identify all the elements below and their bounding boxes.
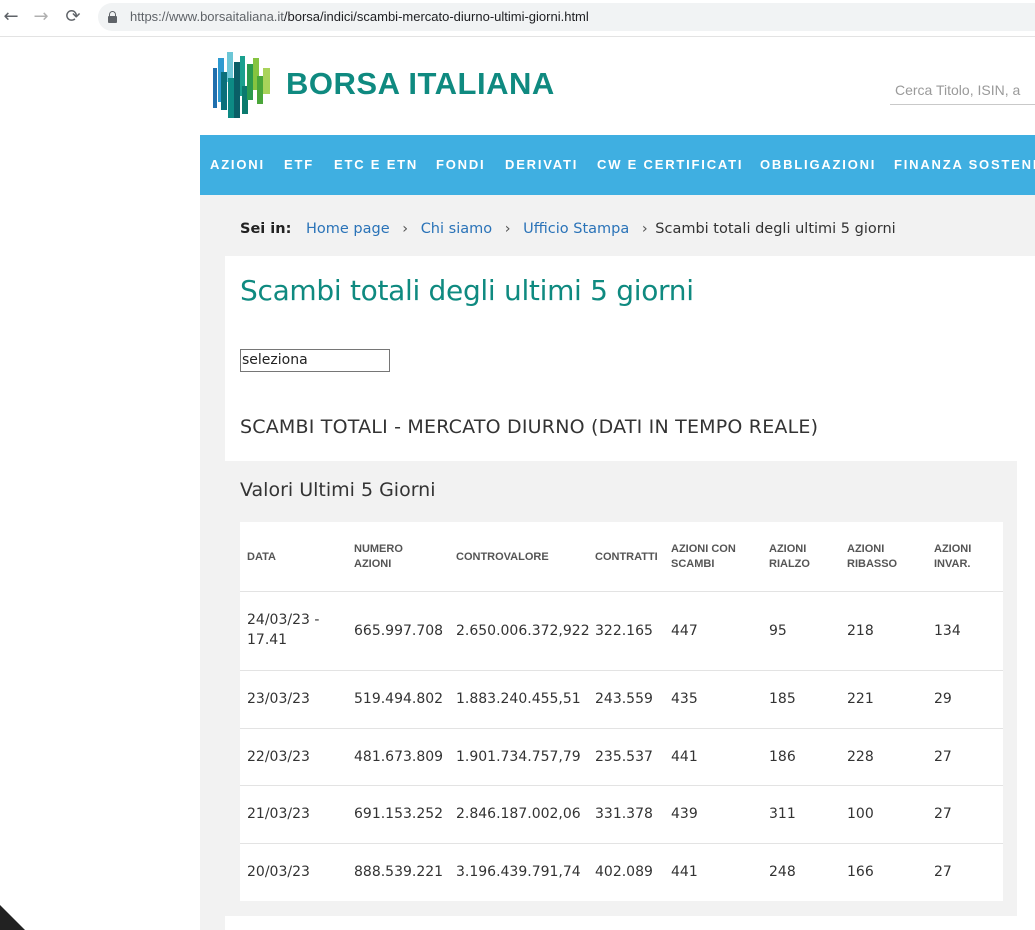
cell-azioni-rialzo: 185 <box>769 691 796 707</box>
lock-icon <box>108 11 117 23</box>
cell-azioni-rialzo: 95 <box>769 623 787 639</box>
breadcrumb-label: Sei in: <box>240 221 292 237</box>
column-header: AZIONI RIALZO <box>769 543 810 570</box>
cell-azioni-ribasso: 218 <box>847 623 874 639</box>
column-header: AZIONI RIBASSO <box>847 543 898 570</box>
card-heading: Valori Ultimi 5 Giorni <box>240 479 436 501</box>
breadcrumb: Sei in: Home page › Chi siamo › Ufficio … <box>240 221 896 237</box>
column-header: AZIONI INVAR. <box>934 543 972 570</box>
column-header: NUMERO AZIONI <box>354 543 403 570</box>
cell-contratti: 243.559 <box>595 691 653 707</box>
section-heading: SCAMBI TOTALI - MERCATO DIURNO (DATI IN … <box>240 416 819 438</box>
select-value: seleziona <box>242 352 308 368</box>
main-navigation: AZIONI ETF ETC E ETN FONDI DERIVATI CW E… <box>200 135 1035 195</box>
cell-data: 20/03/23 <box>247 864 310 880</box>
nav-item-etf[interactable]: ETF <box>284 157 314 172</box>
cell-azioni-con-scambi: 435 <box>671 691 698 707</box>
nav-item-azioni[interactable]: AZIONI <box>210 157 265 172</box>
column-header: CONTROVALORE <box>456 551 549 563</box>
column-header: AZIONI CON SCAMBI <box>671 543 736 570</box>
nav-item-etc-etn[interactable]: ETC E ETN <box>334 157 418 172</box>
cell-numero-azioni: 691.153.252 <box>354 806 444 822</box>
cell-data: 21/03/23 <box>247 806 310 822</box>
cell-numero-azioni: 519.494.802 <box>354 691 444 707</box>
cell-azioni-invar: 27 <box>934 806 952 822</box>
cell-controvalore: 1.883.240.455,51 <box>456 691 581 707</box>
breadcrumb-separator: › <box>641 221 648 237</box>
page-title: Scambi totali degli ultimi 5 giorni <box>240 274 694 307</box>
cell-azioni-ribasso: 100 <box>847 806 874 822</box>
cell-controvalore: 2.846.187.002,06 <box>456 806 581 822</box>
cell-data: 23/03/23 <box>247 691 310 707</box>
search-input[interactable]: Cerca Titolo, ISIN, a <box>890 78 1035 105</box>
data-table: DATA NUMERO AZIONI CONTROVALORE CONTRATT… <box>240 522 1003 901</box>
cell-contratti: 331.378 <box>595 806 653 822</box>
back-arrow-icon[interactable]: ← <box>0 6 22 28</box>
nav-item-fondi[interactable]: FONDI <box>436 157 485 172</box>
next-section-edge <box>225 916 1035 930</box>
cell-azioni-ribasso: 228 <box>847 749 874 765</box>
url-text: https://www.borsaitaliana.it/borsa/indic… <box>130 9 589 24</box>
corner-triangle-icon <box>0 905 25 930</box>
cell-contratti: 402.089 <box>595 864 653 880</box>
column-header: DATA <box>247 551 276 563</box>
breadcrumb-link-chi-siamo[interactable]: Chi siamo <box>421 221 492 237</box>
borsa-italiana-logo-icon[interactable] <box>213 50 271 120</box>
logo-wordmark[interactable]: BORSA ITALIANA <box>286 66 555 102</box>
column-header: CONTRATTI <box>595 551 658 563</box>
cell-numero-azioni: 665.997.708 <box>354 623 444 639</box>
browser-toolbar: ← → ⟳ https://www.borsaitaliana.it/borsa… <box>0 0 1035 37</box>
cell-numero-azioni: 481.673.809 <box>354 749 444 765</box>
cell-azioni-invar: 27 <box>934 864 952 880</box>
row-divider <box>240 728 1003 729</box>
breadcrumb-current: Scambi totali degli ultimi 5 giorni <box>655 221 896 237</box>
cell-azioni-con-scambi: 441 <box>671 749 698 765</box>
nav-item-finanza-sostenibile[interactable]: FINANZA SOSTENI <box>894 157 1035 172</box>
cell-controvalore: 1.901.734.757,79 <box>456 749 581 765</box>
cell-azioni-ribasso: 166 <box>847 864 874 880</box>
cell-azioni-con-scambi: 441 <box>671 864 698 880</box>
reload-icon[interactable]: ⟳ <box>62 6 84 28</box>
row-divider <box>240 843 1003 844</box>
cell-azioni-rialzo: 186 <box>769 749 796 765</box>
cell-azioni-invar: 29 <box>934 691 952 707</box>
cell-contratti: 235.537 <box>595 749 653 765</box>
row-divider <box>240 785 1003 786</box>
cell-azioni-rialzo: 248 <box>769 864 796 880</box>
cell-numero-azioni: 888.539.221 <box>354 864 444 880</box>
cell-azioni-ribasso: 221 <box>847 691 874 707</box>
cell-controvalore: 2.650.006.372,922 <box>456 623 590 639</box>
nav-item-derivati[interactable]: DERIVATI <box>505 157 578 172</box>
cell-azioni-invar: 134 <box>934 623 961 639</box>
cell-azioni-rialzo: 311 <box>769 806 796 822</box>
address-bar[interactable]: https://www.borsaitaliana.it/borsa/indic… <box>98 3 1035 31</box>
nav-item-obbligazioni[interactable]: OBBLIGAZIONI <box>760 157 876 172</box>
cell-azioni-invar: 27 <box>934 749 952 765</box>
index-select[interactable]: seleziona <box>240 349 390 372</box>
cell-azioni-con-scambi: 447 <box>671 623 698 639</box>
forward-arrow-icon[interactable]: → <box>30 6 52 28</box>
cell-controvalore: 3.196.439.791,74 <box>456 864 581 880</box>
search-placeholder: Cerca Titolo, ISIN, a <box>895 82 1021 98</box>
breadcrumb-link-ufficio-stampa[interactable]: Ufficio Stampa <box>523 221 629 237</box>
breadcrumb-separator: › <box>504 221 511 237</box>
nav-item-cw-certificati[interactable]: CW E CERTIFICATI <box>597 157 743 172</box>
breadcrumb-separator: › <box>402 221 409 237</box>
cell-contratti: 322.165 <box>595 623 653 639</box>
cell-data: 22/03/23 <box>247 749 310 765</box>
cell-data: 24/03/23 - 17.41 <box>247 612 320 648</box>
row-divider <box>240 591 1003 592</box>
cell-azioni-con-scambi: 439 <box>671 806 698 822</box>
row-divider <box>240 670 1003 671</box>
breadcrumb-link-home[interactable]: Home page <box>306 221 390 237</box>
